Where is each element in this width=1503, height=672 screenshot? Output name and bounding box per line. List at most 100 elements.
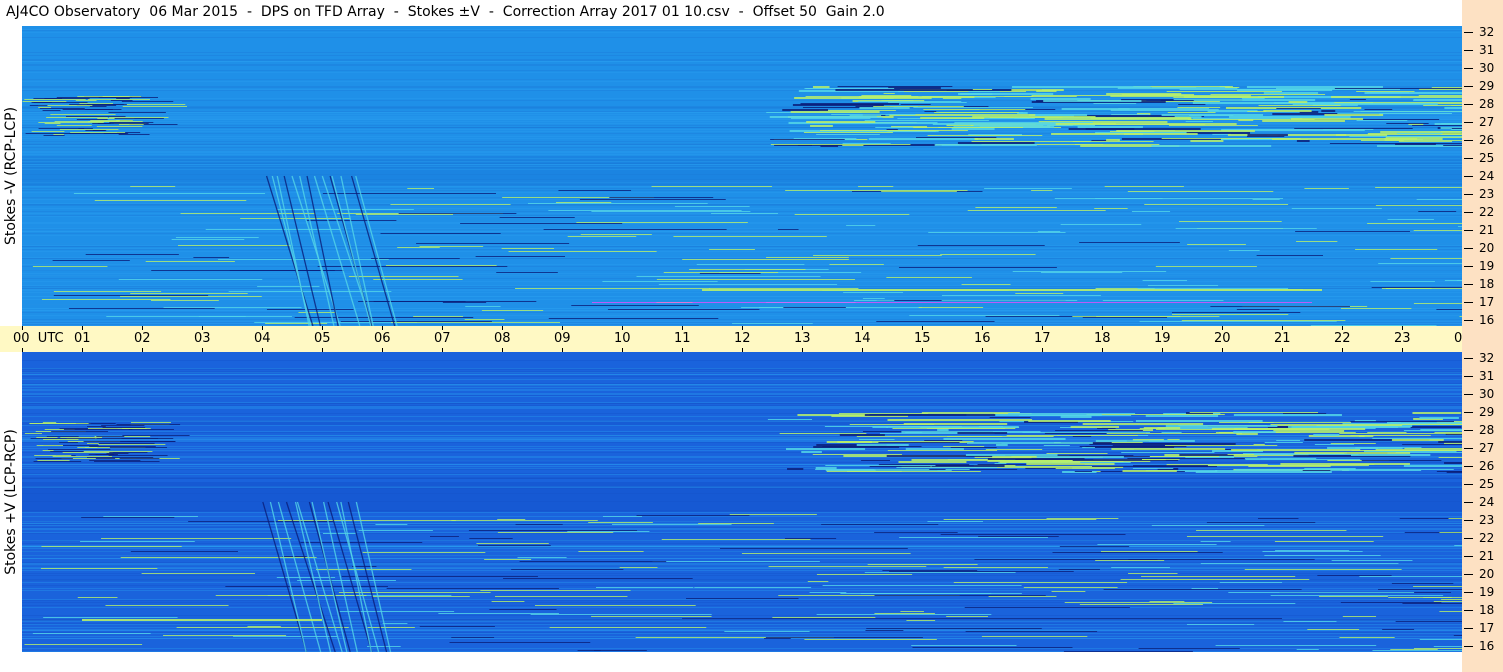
bottom-strip	[0, 652, 1503, 672]
spectrogram-streak	[1252, 199, 1280, 200]
spectrogram-streak	[1443, 145, 1462, 146]
spectrogram-streak	[22, 101, 67, 102]
spectrogram-streak	[1337, 113, 1452, 114]
spectrogram-streak	[24, 433, 42, 434]
spectrogram-streak	[530, 614, 712, 615]
spectrogram-streak	[1181, 320, 1346, 321]
freq-tick-label: 29	[1479, 79, 1495, 93]
spectrogram-streak	[534, 605, 696, 606]
spectrogram-streak	[469, 538, 513, 539]
spectrogram-streak	[22, 205, 1462, 206]
spectrogram-streak	[943, 446, 985, 447]
spectrogram-streak	[108, 112, 166, 113]
spectrogram-streak	[636, 515, 750, 516]
spectrogram-streak	[864, 120, 989, 121]
spectrogram-streak	[22, 406, 1462, 407]
spectrogram-streak	[22, 435, 1462, 436]
freq-tick-mark	[1464, 140, 1473, 141]
spectrogram-streak	[732, 323, 813, 324]
spectrogram-streak	[1248, 422, 1274, 423]
spectrogram-streak	[90, 120, 133, 121]
spectrogram-streak	[1434, 432, 1462, 433]
spectrogram-streak	[1127, 458, 1262, 459]
spectrogram-streak	[116, 98, 130, 99]
title-bar: AJ4CO Observatory 06 Mar 2015 - DPS on T…	[0, 0, 1462, 26]
spectrogram-streak	[1375, 205, 1462, 206]
spectrogram-streak	[1178, 104, 1206, 105]
spectrogram-streak	[22, 448, 1462, 449]
spectrogram-streak	[1059, 546, 1130, 547]
spectrogram-streak	[44, 123, 61, 124]
spectrogram-streak	[765, 637, 923, 638]
spectrogram-streak	[943, 519, 1097, 520]
spectrogram-streak	[927, 135, 1043, 136]
spectrogram-streak	[22, 216, 1462, 217]
spectrogram-streak	[489, 609, 557, 610]
spectrogram-streak	[503, 578, 693, 579]
spectrogram-streak	[839, 434, 885, 436]
spectrogram-streak	[22, 319, 1462, 320]
time-tick-label: 10	[614, 331, 631, 346]
time-tick-label: 16	[974, 331, 991, 346]
spectrogram-streak	[362, 552, 486, 553]
spectrogram-streak	[121, 438, 174, 439]
spectrogram-streak	[1164, 445, 1278, 446]
freq-tick-label: 32	[1479, 25, 1495, 39]
spectrogram-streak	[468, 530, 638, 531]
spectrogram-streak	[355, 214, 454, 215]
spectrogram-streak	[820, 130, 968, 131]
spectrogram-streak	[840, 593, 1022, 594]
spectrogram-streak	[1418, 95, 1462, 96]
spectrogram-streak	[322, 533, 356, 534]
spectrogram-streak	[1086, 414, 1225, 415]
spectrogram-streak	[1015, 293, 1064, 294]
spectrogram-streak	[33, 102, 52, 103]
spectrogram-streak	[966, 442, 1093, 444]
spectrogram-streak	[1247, 134, 1288, 136]
spectrogram-streak	[974, 559, 1158, 560]
spectrogram-streak	[85, 254, 179, 255]
time-tick-label: 00 UTC	[13, 331, 64, 346]
spectrogram-streak	[22, 235, 1462, 236]
spectrogram-streak	[265, 323, 328, 324]
spectrogram-streak	[22, 112, 1462, 113]
spectrogram-streak	[416, 243, 570, 244]
spectrogram-streak	[122, 106, 188, 107]
spectrogram-streak	[373, 279, 463, 280]
spectrogram-streak	[1015, 459, 1142, 460]
spectrogram-streak	[1079, 604, 1203, 605]
time-tick-mark	[1342, 326, 1343, 330]
freq-tick-mark	[1464, 538, 1473, 539]
spectrogram-streak	[1233, 431, 1276, 433]
spectrogram-streak	[1339, 637, 1395, 638]
spectrogram-streak	[1044, 118, 1192, 120]
spectrogram-streak	[1390, 258, 1462, 259]
spectrogram-streak	[317, 266, 508, 267]
spectrogram-streak	[22, 278, 1462, 279]
spectrogram-streak	[22, 551, 1462, 552]
freq-tick-label: 30	[1479, 387, 1495, 401]
spectrogram-streak	[882, 570, 978, 571]
spectrogram-streak	[22, 123, 1462, 124]
spectrogram-streak	[1258, 105, 1341, 106]
spectrogram-streak	[555, 202, 612, 203]
spectrogram-streak	[782, 109, 829, 111]
spectrogram-streak	[591, 211, 751, 212]
spectrogram-streak	[896, 467, 998, 468]
spectrogram-streak	[1244, 458, 1317, 459]
spectrogram-streak	[22, 369, 1462, 370]
spectrogram-streak	[1254, 454, 1359, 455]
spectrogram-streak	[1444, 462, 1462, 464]
spectrogram-streak	[1438, 457, 1462, 458]
freq-tick-label: 17	[1479, 621, 1495, 635]
spectrogram-streak	[22, 385, 1462, 386]
freq-tick-mark	[1464, 412, 1473, 413]
upper-freq-axis: 32 31 30 29 28 27 26 25 24 23 22 21 20 19 18 17 16	[1462, 25, 1503, 327]
time-tick-label: 09	[554, 331, 571, 346]
spectrogram-streak	[1386, 123, 1429, 124]
spectrogram-streak	[22, 383, 1462, 384]
spectrogram-streak	[22, 106, 1462, 107]
spectrogram-streak	[22, 460, 1462, 461]
spectrogram-streak	[375, 524, 408, 525]
spectrogram-streak	[22, 387, 1462, 388]
